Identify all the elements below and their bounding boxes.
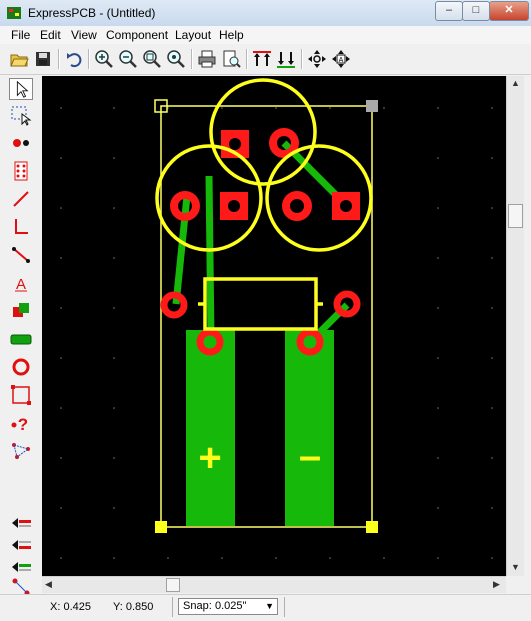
vertical-scrollbar[interactable]: ▲ ▼ [506, 76, 524, 576]
zoom-out-icon[interactable] [117, 48, 139, 70]
trace-led-center[interactable] [205, 175, 215, 341]
help-tool-icon[interactable]: ? [9, 412, 33, 434]
left-tool-palette: A ? [6, 76, 36, 596]
svg-text:A: A [339, 57, 344, 64]
green-traces-icon[interactable] [275, 48, 297, 70]
pointer-tool-icon[interactable] [9, 78, 33, 100]
scroll-left-arrow-icon[interactable]: ◀ [45, 579, 52, 590]
component-move-icon[interactable]: A [330, 48, 352, 70]
layer-swap-tool-icon[interactable] [9, 300, 33, 322]
silkscreen-plus-label: + [198, 436, 221, 480]
round-pad[interactable] [282, 191, 312, 221]
horizontal-scroll-thumb[interactable] [166, 578, 180, 592]
print-preview-icon[interactable] [220, 48, 242, 70]
print-icon[interactable] [196, 48, 218, 70]
power-pad-positive[interactable] [186, 330, 235, 526]
status-bar: X: 0.425 Y: 0.850 Snap: 0.025" ▼ [0, 594, 531, 621]
draw-trace-tool-icon[interactable] [9, 188, 33, 210]
status-separator [172, 597, 173, 617]
power-pad-negative[interactable] [285, 330, 334, 526]
svg-text:?: ? [18, 415, 28, 434]
bottom-layer-tool-icon[interactable] [9, 534, 33, 556]
cursor-y-coordinate: Y: 0.850 [113, 601, 154, 613]
net-tool-icon[interactable] [9, 440, 33, 462]
round-pad[interactable] [160, 291, 188, 319]
draw-line-tool-icon[interactable] [9, 216, 33, 238]
outline-corner-handle[interactable] [366, 521, 378, 533]
snap-dropdown[interactable]: Snap: 0.025" ▼ [178, 598, 278, 615]
silk-layer-tool-icon[interactable] [9, 556, 33, 578]
title-bar: ExpressPCB - (Untitled) – □ ✕ [0, 0, 531, 27]
undo-icon[interactable] [63, 48, 85, 70]
toolbar-separator [301, 49, 303, 69]
vertical-scroll-thumb[interactable] [508, 204, 523, 228]
top-layer-tool-icon[interactable] [9, 512, 33, 534]
outline-corner-handle[interactable] [366, 100, 378, 112]
place-pad-tool-icon[interactable] [9, 132, 33, 154]
menu-help[interactable]: Help [219, 28, 244, 42]
horizontal-scrollbar[interactable]: ◀ ▶ [42, 576, 506, 593]
zoom-window-icon[interactable] [141, 48, 163, 70]
menu-bar: File Edit View Component Layout Help [0, 26, 531, 44]
grid-dots [60, 107, 493, 559]
maximize-button[interactable]: □ [462, 1, 490, 21]
menu-layout[interactable]: Layout [175, 28, 211, 42]
trace-node-tool-icon[interactable] [9, 244, 33, 266]
place-circle-tool-icon[interactable] [9, 356, 33, 378]
scroll-up-arrow-icon[interactable]: ▲ [511, 78, 520, 88]
main-toolbar: A [0, 44, 531, 75]
place-filled-shape-tool-icon[interactable] [9, 328, 33, 350]
menu-view[interactable]: View [71, 28, 97, 42]
window-title: ExpressPCB - (Untitled) [28, 6, 156, 20]
round-pad[interactable] [333, 290, 361, 318]
menu-edit[interactable]: Edit [40, 28, 61, 42]
snap-value: 0.025" [215, 600, 247, 612]
zoom-fit-icon[interactable] [165, 48, 187, 70]
move-icon[interactable] [306, 48, 328, 70]
chevron-down-icon[interactable]: ▼ [265, 599, 274, 614]
minimize-button[interactable]: – [435, 1, 463, 21]
scroll-right-arrow-icon[interactable]: ▶ [493, 579, 500, 590]
outline-corner-handle[interactable] [155, 521, 167, 533]
toolbar-separator [88, 49, 90, 69]
snap-label: Snap: [183, 600, 212, 612]
open-folder-icon[interactable] [8, 48, 30, 70]
svg-text:A: A [16, 276, 26, 293]
draw-board-outline-tool-icon[interactable] [9, 384, 33, 406]
select-region-tool-icon[interactable] [9, 104, 33, 126]
place-component-tool-icon[interactable] [9, 160, 33, 182]
silkscreen-minus-label: – [299, 434, 321, 478]
toolbar-separator [191, 49, 193, 69]
close-button[interactable]: ✕ [489, 1, 529, 21]
expresspcb-app-icon [7, 7, 21, 19]
save-disk-icon[interactable] [32, 48, 54, 70]
menu-file[interactable]: File [11, 28, 30, 42]
cursor-x-coordinate: X: 0.425 [50, 601, 91, 613]
resistor-outline[interactable] [203, 277, 318, 331]
toolbar-separator [246, 49, 248, 69]
scroll-down-arrow-icon[interactable]: ▼ [511, 562, 520, 572]
pcb-canvas[interactable]: + – [42, 76, 506, 576]
menu-component[interactable]: Component [106, 28, 168, 42]
pcb-drawing: + – [60, 78, 493, 559]
red-traces-icon[interactable] [251, 48, 273, 70]
status-separator [284, 597, 285, 617]
zoom-in-icon[interactable] [93, 48, 115, 70]
place-text-tool-icon[interactable]: A [9, 272, 33, 294]
toolbar-separator [58, 49, 60, 69]
